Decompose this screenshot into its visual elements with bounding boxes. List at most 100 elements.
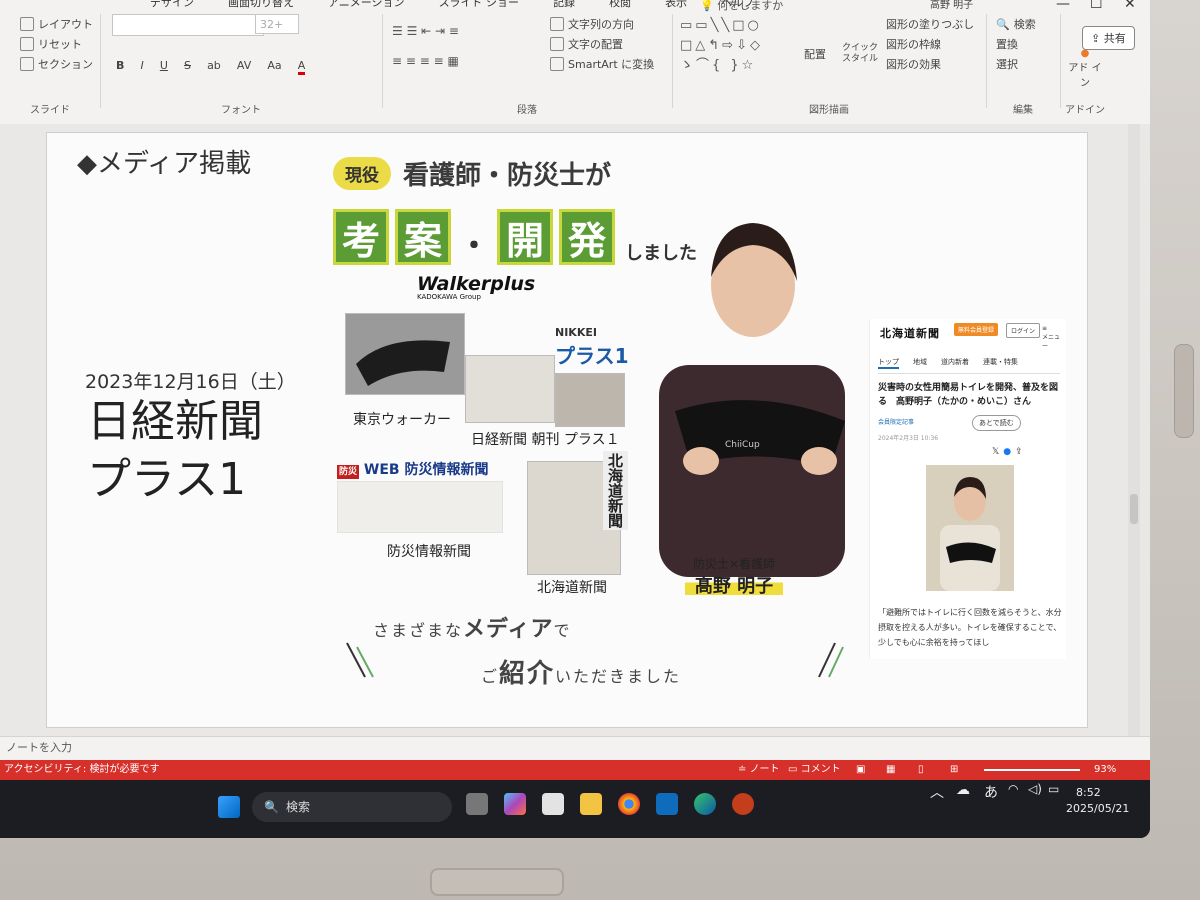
font-color-button[interactable]: A: [297, 59, 306, 75]
copilot-icon[interactable]: [504, 793, 526, 815]
underline-button[interactable]: U: [160, 59, 168, 72]
comments-toggle-label: コメント: [800, 764, 841, 775]
ime-indicator[interactable]: あ: [984, 782, 998, 802]
shape-fill-button[interactable]: 図形の塗りつぶし: [886, 14, 974, 34]
article-date: 2024年2月3日 10:36: [878, 435, 939, 442]
section-button[interactable]: セクション: [20, 54, 93, 74]
battery-icon[interactable]: ▭: [1048, 782, 1059, 796]
strikethrough-button[interactable]: S: [184, 59, 191, 72]
read-later-button[interactable]: あとで読む: [972, 415, 1021, 431]
slideshow-icon[interactable]: ⊞: [950, 760, 958, 780]
explorer-icon[interactable]: [580, 793, 602, 815]
reset-button[interactable]: リセット: [20, 34, 93, 54]
task-view-icon[interactable]: [466, 793, 488, 815]
share-button[interactable]: ⇪ 共有: [1082, 26, 1135, 50]
notes-pane[interactable]: ノートを入力: [0, 736, 1150, 760]
edge-icon[interactable]: [694, 793, 716, 815]
zoom-slider[interactable]: [984, 769, 1080, 771]
spacing-button[interactable]: AV: [237, 59, 251, 72]
arrange-button[interactable]: 配置: [804, 44, 826, 64]
accessibility-status[interactable]: アクセシビリティ: 検討が必要です: [4, 760, 159, 780]
slide-canvas[interactable]: ◆メディア掲載 2023年12月16日（土） 日経新聞 プラス1 現役 看護師・…: [46, 132, 1088, 728]
bold-button[interactable]: B: [116, 59, 124, 72]
italic-button[interactable]: I: [140, 59, 143, 72]
start-icon[interactable]: [218, 796, 240, 818]
replace-button[interactable]: 置換: [996, 34, 1036, 54]
share-icon: ⇪: [1091, 32, 1101, 45]
tab-animations[interactable]: アニメーション: [328, 0, 405, 12]
quick-styles-button[interactable]: クイック スタイル: [842, 43, 878, 64]
article-tab-top[interactable]: トップ: [878, 357, 899, 369]
powerpoint-icon[interactable]: [732, 793, 754, 815]
article-tab-region[interactable]: 地域: [913, 357, 927, 369]
article-tab-news[interactable]: 道内新着: [941, 357, 969, 369]
shape-outline-button[interactable]: 図形の枠線: [886, 34, 974, 54]
tab-view[interactable]: 表示: [665, 0, 687, 12]
facebook-icon[interactable]: ●: [1003, 447, 1015, 457]
volume-icon[interactable]: ◁): [1028, 782, 1042, 796]
group-editing: 🔍 検索 置換 選択 編集: [986, 14, 1061, 116]
article-tab-series[interactable]: 連載・特集: [983, 357, 1018, 369]
x-icon[interactable]: 𝕏: [992, 447, 1003, 457]
reading-view-icon[interactable]: ▯: [918, 760, 924, 780]
tab-slideshow[interactable]: スライド ショー: [439, 0, 520, 12]
publication-date: 2023年12月16日（土）: [85, 371, 296, 393]
taskbar-search[interactable]: 🔍 検索: [252, 792, 452, 822]
nikkei-plus-text: プラス1: [555, 344, 629, 368]
zoom-level[interactable]: 93%: [1094, 760, 1116, 780]
help-search[interactable]: 💡 何をしますか: [700, 0, 783, 13]
addins-label: アド イン: [1068, 63, 1102, 89]
tray-chevron-icon[interactable]: ︿: [930, 782, 944, 802]
paper-name-line2: プラス1: [87, 454, 247, 505]
tab-record[interactable]: 記録: [553, 0, 575, 12]
find-button[interactable]: 🔍 検索: [996, 14, 1036, 34]
vertical-scrollbar[interactable]: [1128, 124, 1140, 736]
chrome-icon[interactable]: [618, 793, 640, 815]
normal-view-icon[interactable]: ▣: [856, 760, 865, 780]
outlook-icon[interactable]: [656, 793, 678, 815]
shadow-button[interactable]: ab: [207, 59, 221, 72]
minimize-icon[interactable]: —: [1056, 0, 1070, 12]
shape-effects-button[interactable]: 図形の効果: [886, 54, 974, 74]
smartart-button[interactable]: SmartArt に変換: [550, 54, 654, 74]
tab-review[interactable]: 校閲: [609, 0, 631, 12]
smartart-icon: [550, 57, 564, 71]
register-button[interactable]: 無料会員登録: [954, 323, 999, 336]
font-size-box[interactable]: 32+: [255, 14, 299, 34]
clock-date[interactable]: 2025/05/21: [1066, 802, 1129, 815]
tab-design[interactable]: デザイン: [150, 0, 194, 12]
login-button[interactable]: ログイン: [1006, 323, 1041, 338]
notes-toggle[interactable]: ≐ ノート: [738, 760, 780, 780]
replace-label: 置換: [996, 38, 1018, 51]
tab-transitions[interactable]: 画面切り替え: [228, 0, 294, 12]
maximize-icon[interactable]: ☐: [1090, 0, 1103, 12]
text-direction-button[interactable]: 文字列の方向: [550, 14, 654, 34]
slide-editor: ◆メディア掲載 2023年12月16日（土） 日経新聞 プラス1 現役 看護師・…: [0, 124, 1150, 736]
share-icon[interactable]: ⇪: [1015, 447, 1027, 457]
menu-label: メニュー: [1042, 334, 1061, 350]
close-icon[interactable]: ✕: [1124, 0, 1136, 12]
comments-toggle[interactable]: ▭ コメント: [788, 760, 841, 780]
group-slide: レイアウト リセット セクション スライド: [0, 14, 101, 116]
nikkei-text: NIKKEI: [555, 326, 597, 339]
scrollbar-thumb[interactable]: [1130, 494, 1138, 524]
article-title: 災害時の女性用簡易トイレを開発、普及を図る 髙野明子（たかの・めいこ）さん: [878, 383, 1059, 407]
wifi-icon[interactable]: ◠: [1008, 782, 1018, 796]
addins-button[interactable]: ● アド イン: [1068, 48, 1102, 89]
clock-time[interactable]: 8:52: [1076, 786, 1101, 799]
onedrive-icon[interactable]: ☁: [956, 782, 970, 798]
case-button[interactable]: Aa: [267, 59, 281, 72]
select-button[interactable]: 選択: [996, 54, 1036, 74]
store-icon[interactable]: [542, 793, 564, 815]
walkerplus-logo: Walkerplus KADOKAWA Group: [417, 273, 535, 301]
font-name-box[interactable]: [112, 14, 264, 36]
shapes-gallery[interactable]: ▭▭╲╲□○ □△↰⇨⇩◇ ゝ⌒{ }☆: [680, 16, 780, 76]
hero-badge: 現役: [333, 157, 391, 190]
reset-label: リセット: [38, 38, 82, 51]
laptop-hinge: [430, 868, 564, 896]
align-text-button[interactable]: 文字の配置: [550, 34, 654, 54]
menu-button[interactable]: ≡ メニュー: [1038, 323, 1066, 352]
layout-button[interactable]: レイアウト: [20, 14, 93, 34]
share-label: 共有: [1103, 32, 1126, 45]
slide-sorter-icon[interactable]: ▦: [886, 760, 895, 780]
